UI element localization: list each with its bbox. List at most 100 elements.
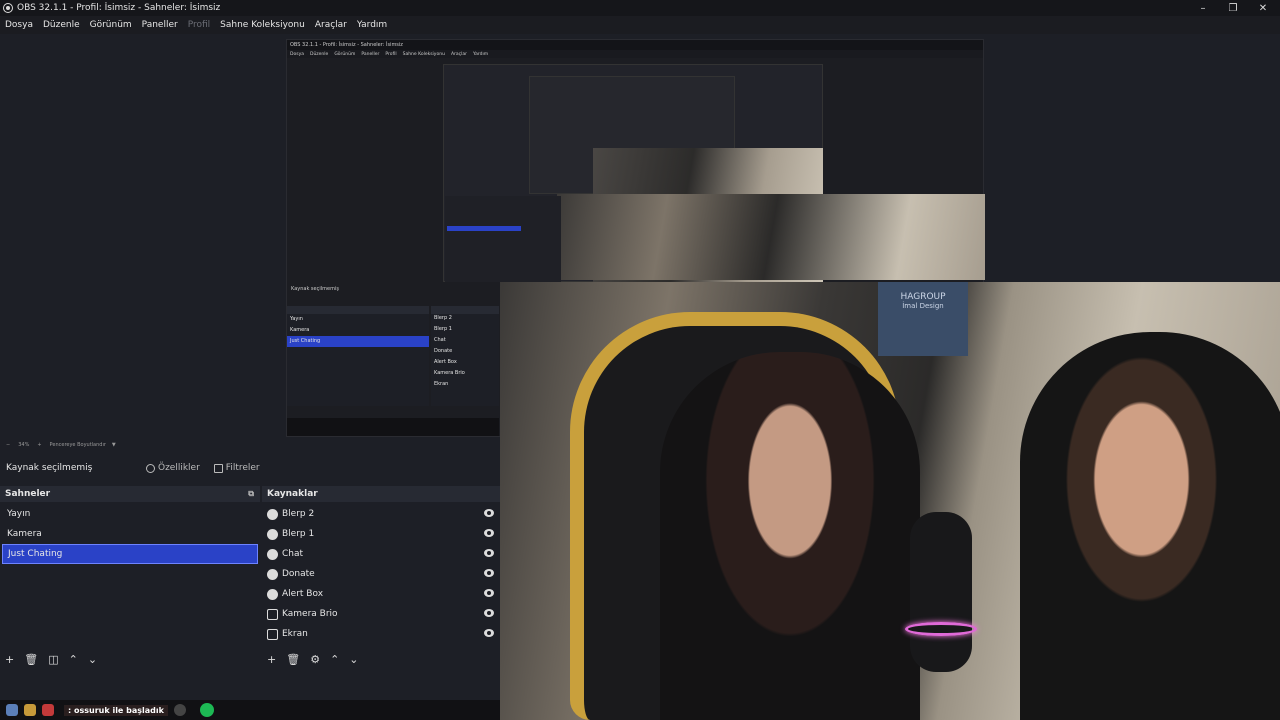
folder-icon[interactable] bbox=[24, 704, 36, 716]
source-label: Donate bbox=[282, 569, 315, 579]
browser-icon bbox=[267, 528, 278, 540]
move-up-icon[interactable]: ⌃ bbox=[69, 653, 78, 666]
hanging-shirt: HAGROUP İmal Design bbox=[878, 282, 968, 356]
microphone bbox=[910, 512, 972, 672]
move-down-icon[interactable]: ⌄ bbox=[349, 653, 358, 666]
nested-source-item: Kamera Brio bbox=[434, 370, 465, 376]
title-bar: OBS 32.1.1 - Profil: İsimsiz - Sahneler:… bbox=[0, 0, 1280, 16]
menu-view[interactable]: Görünüm bbox=[90, 20, 132, 30]
menu-file[interactable]: Dosya bbox=[5, 20, 33, 30]
scenes-dock-footer: + 🗑 ◫ ⌃ ⌄ bbox=[0, 648, 260, 670]
menu-help[interactable]: Yardım bbox=[357, 20, 387, 30]
streamer-left bbox=[660, 352, 920, 720]
microphone-rgb-ring bbox=[905, 622, 977, 636]
zoom-dropdown-icon[interactable]: ▼ bbox=[112, 442, 116, 448]
source-item-blerp-2[interactable]: Blerp 2 bbox=[264, 504, 498, 524]
eye-icon[interactable] bbox=[484, 549, 494, 557]
add-source-icon[interactable]: + bbox=[267, 653, 276, 666]
eye-icon[interactable] bbox=[484, 529, 494, 537]
nested-menu-item: Sahne Koleksiyonu bbox=[402, 51, 445, 57]
trash-icon[interactable]: 🗑 bbox=[24, 653, 38, 666]
zoom-minus[interactable]: − bbox=[6, 442, 10, 448]
nested-source-item: Blerp 1 bbox=[434, 326, 452, 332]
spotify-icon[interactable] bbox=[199, 703, 214, 717]
nested-webcam-1 bbox=[557, 194, 985, 280]
nested-source-item: Blerp 2 bbox=[434, 315, 452, 321]
app-icon[interactable] bbox=[42, 704, 54, 716]
camera-icon bbox=[267, 608, 278, 620]
zoom-plus[interactable]: + bbox=[37, 442, 41, 448]
browser-icon bbox=[267, 588, 278, 600]
eye-icon[interactable] bbox=[484, 509, 494, 517]
source-item-kamera-brio[interactable]: Kamera Brio bbox=[264, 604, 498, 624]
minimize-button[interactable]: – bbox=[1188, 0, 1218, 16]
source-label: Chat bbox=[282, 549, 304, 559]
source-item-alert-box[interactable]: Alert Box bbox=[264, 584, 498, 604]
filters-label: Filtreler bbox=[225, 463, 260, 473]
nested-source-toolbar: Kaynak seçilmemiş bbox=[291, 286, 339, 292]
nested-scenes-dock: Yayın Kamera Just Chating bbox=[287, 306, 429, 406]
filters-button[interactable]: Filtreler bbox=[213, 463, 260, 473]
zoom-fit-label[interactable]: Pencereye Boyutlandır bbox=[50, 442, 106, 448]
menu-tools[interactable]: Araçlar bbox=[315, 20, 347, 30]
nested-source-item: Donate bbox=[434, 348, 453, 354]
eye-icon[interactable] bbox=[484, 629, 494, 637]
sources-dock-title: Kaynaklar bbox=[267, 489, 318, 499]
monitor-icon bbox=[267, 628, 278, 640]
source-item-blerp-1[interactable]: Blerp 1 bbox=[264, 524, 498, 544]
sources-dock: Kaynaklar Blerp 2 Blerp 1 Chat Donate Al… bbox=[262, 486, 500, 670]
window-title: OBS 32.1.1 - Profil: İsimsiz - Sahneler:… bbox=[17, 3, 221, 13]
scene-item-yayin[interactable]: Yayın bbox=[2, 504, 258, 524]
eye-icon[interactable] bbox=[484, 609, 494, 617]
stream-ticker: : ossuruk ile başladık bbox=[64, 704, 168, 716]
menu-edit[interactable]: Düzenle bbox=[43, 20, 80, 30]
nested-taskbar bbox=[287, 418, 499, 436]
nested-scene-item-selected: Just Chating bbox=[287, 336, 429, 347]
gear-icon bbox=[146, 463, 155, 473]
menu-bar: Dosya Düzenle Görünüm Paneller Profil Sa… bbox=[0, 16, 1280, 34]
obs-taskbar-icon[interactable] bbox=[173, 704, 186, 716]
scenes-dock: Sahneler ⧉ Yayın Kamera Just Chating + 🗑… bbox=[0, 486, 260, 670]
no-source-selected-label: Kaynak seçilmemiş bbox=[6, 463, 93, 473]
close-button[interactable]: ✕ bbox=[1248, 0, 1278, 16]
sources-list: Blerp 2 Blerp 1 Chat Donate Alert Box Ka… bbox=[262, 502, 500, 646]
nested-menu-item: Profil bbox=[385, 51, 397, 57]
source-label: Blerp 2 bbox=[282, 509, 315, 519]
maximize-button[interactable]: ❐ bbox=[1218, 0, 1248, 16]
add-scene-icon[interactable]: + bbox=[5, 653, 14, 666]
source-label: Blerp 1 bbox=[282, 529, 315, 539]
scene-item-just-chating[interactable]: Just Chating bbox=[2, 544, 258, 564]
source-item-ekran[interactable]: Ekran bbox=[264, 624, 498, 644]
trash-icon[interactable]: 🗑 bbox=[286, 653, 300, 666]
streamer-right bbox=[1020, 332, 1280, 720]
eye-icon[interactable] bbox=[484, 589, 494, 597]
scene-item-kamera[interactable]: Kamera bbox=[2, 524, 258, 544]
nested-menu-item: Dosya bbox=[290, 51, 304, 57]
nested-sources-dock: Blerp 2 Blerp 1 Chat Donate Alert Box Ka… bbox=[431, 306, 499, 406]
scene-filters-icon[interactable]: ◫ bbox=[48, 653, 58, 666]
webcam-feed: HAGROUP İmal Design bbox=[500, 282, 1280, 720]
move-down-icon[interactable]: ⌄ bbox=[88, 653, 97, 666]
browser-icon bbox=[267, 548, 278, 560]
gear-icon[interactable]: ⚙ bbox=[310, 653, 320, 666]
move-up-icon[interactable]: ⌃ bbox=[330, 653, 339, 666]
undock-icon[interactable]: ⧉ bbox=[248, 489, 254, 499]
browser-icon bbox=[267, 568, 278, 580]
nested-source-item: Ekran bbox=[434, 381, 449, 387]
source-item-chat[interactable]: Chat bbox=[264, 544, 498, 564]
source-label: Ekran bbox=[282, 629, 308, 639]
source-item-donate[interactable]: Donate bbox=[264, 564, 498, 584]
nested-source-item: Chat bbox=[434, 337, 446, 343]
eye-icon[interactable] bbox=[484, 569, 494, 577]
menu-docks[interactable]: Paneller bbox=[142, 20, 178, 30]
menu-profile[interactable]: Profil bbox=[188, 20, 210, 30]
nested-menu-bar: Dosya Düzenle Görünüm Paneller Profil Sa… bbox=[287, 50, 983, 58]
shirt-brand-text: HAGROUP bbox=[900, 292, 946, 302]
app-icon[interactable] bbox=[6, 704, 18, 716]
browser-icon bbox=[267, 508, 278, 520]
source-toolbar: Kaynak seçilmemiş Özellikler Filtreler bbox=[0, 456, 500, 480]
sources-dock-header: Kaynaklar bbox=[262, 486, 500, 502]
source-label: Kamera Brio bbox=[282, 609, 338, 619]
properties-button[interactable]: Özellikler bbox=[146, 463, 200, 473]
menu-scene-collection[interactable]: Sahne Koleksiyonu bbox=[220, 20, 305, 30]
